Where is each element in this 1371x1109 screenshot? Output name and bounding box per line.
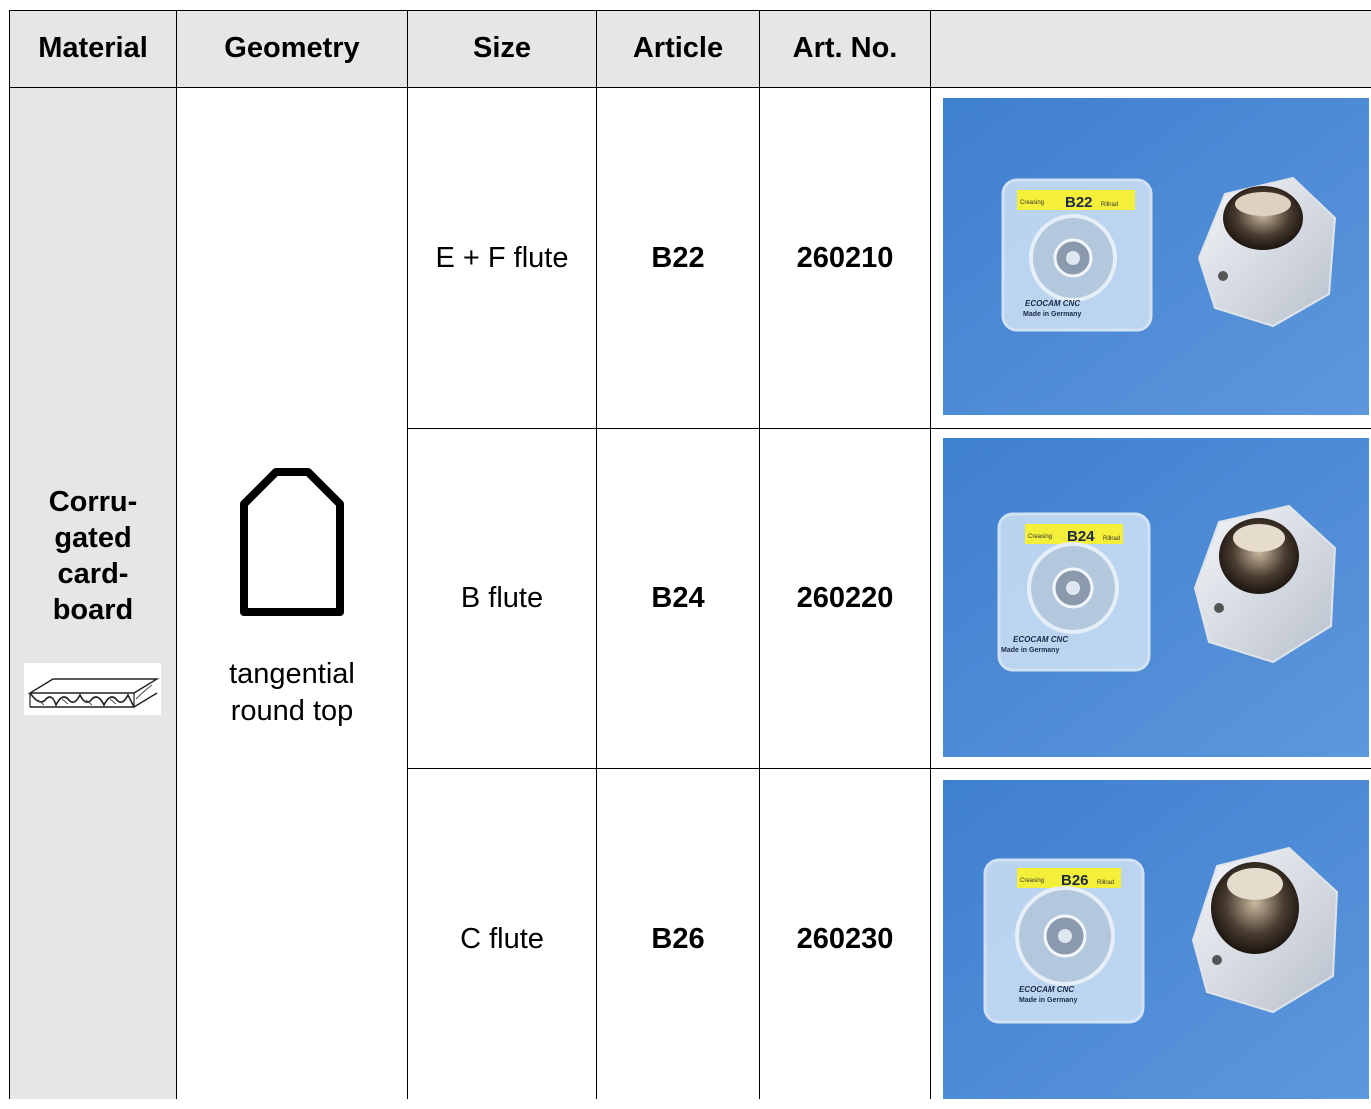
- photo-label-rillrad: Rillrad: [1097, 880, 1114, 886]
- header-image: [931, 10, 1371, 87]
- photo-label-creasing: Creasing: [1020, 200, 1044, 206]
- product-photo-b22: ECOCAM CNC Made in Germany Creasing B22 Ri…: [943, 98, 1369, 415]
- svg-text:Made in Germany: Made in Germany: [1001, 647, 1059, 654]
- material-line-1: Corru-: [48, 486, 138, 518]
- photo-label-rillrad: Rillrad: [1101, 202, 1118, 208]
- geometry-name: tangential round top: [177, 656, 407, 730]
- row-1-art-no: 260210: [760, 88, 930, 428]
- table-border-top: [10, 10, 1371, 11]
- product-photo-b26: ECOCAM CNC Made in Germany Creasing B26 Ri…: [943, 780, 1369, 1099]
- table-border-left: [9, 10, 10, 1099]
- header-size: Size: [408, 10, 596, 87]
- header-geometry-label: Geometry: [224, 32, 360, 64]
- row-3-art-no-text: 260230: [796, 922, 894, 955]
- row-3-article-text: B26: [651, 922, 705, 955]
- row-2-art-no-text: 260220: [796, 582, 894, 614]
- header-border-bottom: [10, 87, 1371, 88]
- row-1-size: E + F flute: [408, 88, 596, 428]
- photo-label-creasing: Creasing: [1020, 878, 1044, 884]
- geometry-line-1: tangential: [229, 658, 355, 690]
- svg-text:Made in Germany: Made in Germany: [1019, 997, 1077, 1004]
- row-3-art-no: 260230: [760, 769, 930, 1109]
- tangential-round-top-profile-icon: [240, 466, 344, 616]
- row-2-border-bottom: [408, 768, 1371, 769]
- material-line-2: gated: [54, 522, 132, 554]
- geometry-line-2: round top: [230, 695, 354, 727]
- material-name: Corru- gated card- board: [10, 484, 176, 628]
- row-3-size: C flute: [408, 769, 596, 1109]
- col-border-3: [596, 10, 597, 1099]
- header-size-label: Size: [472, 32, 532, 64]
- photo-label-article: B26: [1061, 872, 1089, 889]
- product-photo-b24: ECOCAM CNC Made in Germany Creasing B24 Ri…: [943, 438, 1369, 757]
- svg-text:ECOCAM CNC: ECOCAM CNC: [1019, 985, 1074, 994]
- header-geometry: Geometry: [177, 10, 407, 87]
- product-table: Material Geometry Size Article Art. No. …: [0, 0, 1371, 1099]
- col-border-2: [407, 10, 408, 1099]
- row-2-size-text: B flute: [460, 582, 544, 614]
- header-article: Article: [597, 10, 759, 87]
- svg-text:ECOCAM CNC: ECOCAM CNC: [1025, 299, 1080, 308]
- header-material-label: Material: [38, 32, 148, 64]
- photo-label-article: B24: [1067, 528, 1095, 545]
- photo-label-article: B22: [1065, 194, 1093, 211]
- col-border-5: [930, 10, 931, 1099]
- material-line-4: board: [52, 594, 134, 626]
- svg-text:ECOCAM CNC: ECOCAM CNC: [1013, 635, 1068, 644]
- row-2-art-no: 260220: [760, 429, 930, 768]
- row-3-article: B26: [597, 769, 759, 1109]
- row-2-article-text: B24: [651, 582, 705, 614]
- corrugated-cardboard-icon: [24, 663, 161, 715]
- photo-label-creasing: Creasing: [1028, 534, 1052, 540]
- svg-text:Made in Germany: Made in Germany: [1023, 311, 1081, 318]
- row-1-art-no-text: 260210: [796, 241, 894, 274]
- header-article-label: Article: [632, 32, 724, 64]
- header-material: Material: [10, 10, 176, 87]
- row-1-border-bottom: [408, 428, 1371, 429]
- row-2-article: B24: [597, 429, 759, 768]
- photo-label-rillrad: Rillrad: [1103, 536, 1120, 542]
- row-3-size-text: C flute: [460, 922, 544, 955]
- row-1-article-text: B22: [651, 241, 705, 274]
- material-line-3: card-: [57, 558, 129, 590]
- row-1-article: B22: [597, 88, 759, 428]
- col-border-4: [759, 10, 760, 1099]
- header-art-no: Art. No.: [760, 10, 930, 87]
- header-art-no-label: Art. No.: [792, 32, 898, 64]
- col-border-1: [176, 10, 177, 1099]
- row-2-size: B flute: [408, 429, 596, 768]
- row-1-size-text: E + F flute: [435, 241, 569, 274]
